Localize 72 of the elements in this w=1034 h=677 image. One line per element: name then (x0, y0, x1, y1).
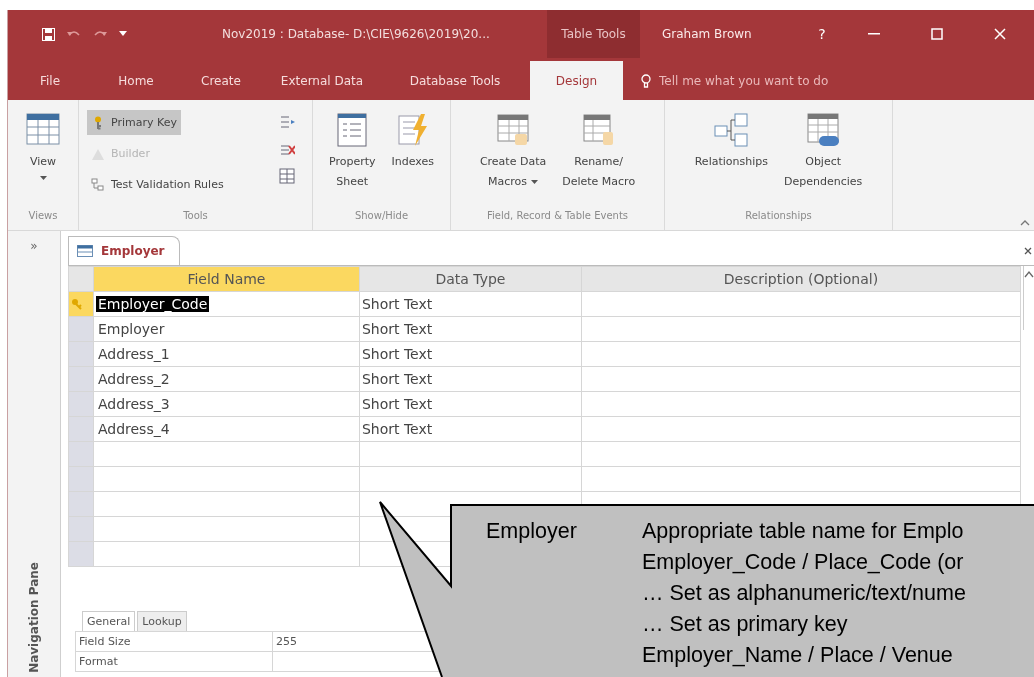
ribbon-icon (495, 112, 532, 148)
pane-label: Navigation Pane (27, 562, 41, 673)
delete-rows-icon[interactable] (279, 142, 295, 158)
key-icon (71, 298, 83, 310)
row-selector[interactable] (68, 291, 94, 317)
table-icon (77, 245, 93, 257)
ribbon-icon (25, 112, 61, 148)
caret-icon[interactable] (119, 31, 127, 37)
tell-me-field[interactable]: Tell me what you want to do (657, 72, 901, 89)
ribbon-icon (805, 112, 842, 148)
property-name: Format (75, 651, 273, 672)
ribbon-icon (713, 112, 750, 148)
group-label: Show/Hide (353, 209, 410, 223)
column-header: Data Type (359, 266, 582, 292)
property-tab[interactable]: Lookup (137, 611, 187, 631)
ribbon-tab[interactable]: Database Tools (398, 61, 512, 100)
group-label: Field, Record & Table Events (485, 209, 629, 223)
ribbon-tab[interactable]: Home (106, 61, 166, 100)
table-cell[interactable]: Employer_Code (95, 296, 210, 312)
table-cell: Short Text (359, 341, 582, 367)
table-cell: Short Text (359, 291, 582, 317)
caret-icon (39, 176, 47, 180)
document-tab[interactable]: Employer (68, 236, 180, 265)
ribbon-button[interactable]: Create Data Macros (475, 110, 551, 194)
property-value[interactable]: 255 (276, 635, 297, 648)
ribbon-button[interactable]: Property Sheet (325, 110, 380, 194)
table-cell[interactable]: Employer (95, 321, 167, 337)
group-label: Tools (182, 209, 209, 223)
help-button[interactable]: ? (802, 26, 842, 42)
ribbon-button[interactable]: Rename/ Delete Macro (558, 110, 640, 194)
group-label: Relationships (744, 209, 813, 223)
property-tab[interactable]: General (82, 611, 136, 631)
lightbulb-icon (641, 73, 651, 88)
table-cell[interactable]: Address_2 (95, 371, 172, 387)
callout-heading: Employer (486, 518, 578, 545)
ribbon-tab[interactable]: Design (530, 61, 623, 100)
callout-text: … Set as primary key (642, 611, 849, 638)
ribbon-button[interactable]: Indexes (387, 110, 438, 174)
ribbon-button[interactable]: Object Dependencies (780, 110, 867, 194)
column-header: Field Name (93, 266, 360, 292)
table-cell: Short Text (359, 391, 582, 417)
maximize-icon[interactable] (930, 28, 943, 40)
minimize-icon[interactable] (867, 33, 880, 35)
context-tab-label: Table Tools (547, 10, 640, 58)
group-label: Views (27, 209, 59, 223)
ribbon-button[interactable]: Primary Key (87, 110, 181, 135)
window-title: Nov2019 : Database- D:\CIE\9626\2019\20... (222, 27, 491, 41)
callout-text: … Set as alphanumeric/text/nume (642, 580, 966, 607)
ribbon-button[interactable]: View (21, 110, 65, 182)
caret-icon (531, 180, 539, 184)
ribbon-tab[interactable]: File (28, 61, 72, 100)
user-name: Graham Brown (662, 27, 753, 41)
callout-text: Employer_Code / Place_Code (or (642, 549, 965, 576)
ribbon-tab[interactable]: Create (192, 61, 250, 100)
save-icon[interactable] (42, 27, 55, 41)
table-cell[interactable]: Address_1 (95, 346, 172, 362)
close-icon[interactable] (1024, 247, 1032, 255)
collapse-ribbon-icon[interactable] (1020, 220, 1030, 226)
table-cell[interactable]: Address_4 (95, 421, 172, 437)
callout-text: Employer_Name / Place / Venue (642, 642, 954, 669)
ribbon-tab[interactable]: External Data (272, 61, 372, 100)
scroll-up-icon[interactable] (1024, 270, 1034, 278)
ribbon-button[interactable]: Test Validation Rules (87, 172, 228, 197)
callout-text: Appropriate table name for Emplo (642, 518, 965, 545)
table-cell: Short Text (359, 366, 582, 392)
table-cell[interactable]: Address_3 (95, 396, 172, 412)
ribbon-button[interactable]: Relationships (690, 110, 772, 174)
table-cell: Short Text (359, 316, 582, 342)
property-name: Field Size (75, 631, 273, 652)
expand-button[interactable]: » (30, 239, 38, 253)
table-cell: Short Text (359, 416, 582, 442)
column-header: Description (Optional) (581, 266, 1021, 292)
